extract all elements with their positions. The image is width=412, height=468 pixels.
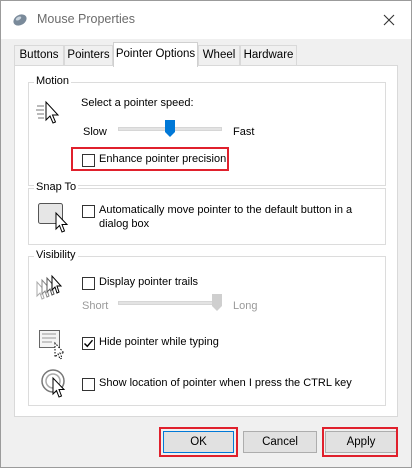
- show-location-label[interactable]: Show location of pointer when I press th…: [99, 377, 352, 389]
- hide-pointer-checkbox[interactable]: [82, 337, 95, 350]
- window-title: Mouse Properties: [37, 12, 135, 26]
- hide-pointer-icon: [39, 330, 69, 363]
- snap-to-group: Snap To Automatically move pointer to th…: [28, 181, 386, 245]
- ok-button[interactable]: OK: [163, 431, 234, 453]
- visibility-group-label: Visibility: [34, 249, 78, 261]
- tab-pointers[interactable]: Pointers: [64, 45, 113, 65]
- apply-button[interactable]: Apply: [325, 431, 397, 453]
- trails-slider-thumb[interactable]: [212, 294, 222, 314]
- mouse-icon: [12, 12, 28, 28]
- checkmark-icon: [84, 339, 94, 348]
- fast-label: Fast: [233, 126, 255, 138]
- snap-to-checkbox[interactable]: [82, 205, 95, 218]
- snap-to-icon: [38, 201, 74, 236]
- tab-pointer-options[interactable]: Pointer Options: [113, 42, 198, 67]
- enhance-pointer-precision-label[interactable]: Enhance pointer precision: [99, 153, 226, 165]
- close-button[interactable]: [375, 7, 403, 33]
- cancel-button[interactable]: Cancel: [243, 431, 317, 453]
- pointer-options-panel: Motion Select a pointer speed: Slow Fast…: [14, 65, 398, 417]
- title-bar: Mouse Properties: [1, 1, 411, 39]
- close-icon: [383, 14, 395, 26]
- speed-slider-thumb[interactable]: [165, 120, 175, 140]
- pointer-trails-label[interactable]: Display pointer trails: [99, 276, 198, 288]
- speed-label: Select a pointer speed:: [81, 97, 194, 109]
- show-location-icon: [41, 369, 71, 404]
- pointer-speed-icon: [36, 98, 64, 129]
- trails-slider-track[interactable]: [118, 301, 222, 305]
- tab-strip: Buttons Pointers Pointer Options Wheel H…: [1, 39, 411, 67]
- mouse-properties-dialog: Mouse Properties Buttons Pointers Pointe…: [0, 0, 412, 468]
- enhance-pointer-precision-checkbox[interactable]: [82, 154, 95, 167]
- pointer-trails-checkbox[interactable]: [82, 277, 95, 290]
- snap-to-label-line2[interactable]: dialog box: [99, 218, 149, 230]
- pointer-trails-icon: [35, 274, 69, 307]
- tab-buttons[interactable]: Buttons: [14, 45, 64, 65]
- tab-hardware[interactable]: Hardware: [240, 45, 297, 65]
- snap-to-label-line1[interactable]: Automatically move pointer to the defaul…: [99, 204, 352, 216]
- short-label: Short: [82, 300, 109, 312]
- hide-pointer-label[interactable]: Hide pointer while typing: [99, 336, 219, 348]
- motion-group-label: Motion: [34, 75, 72, 87]
- visibility-group: Visibility Display pointer trails Short …: [28, 249, 386, 406]
- slow-label: Slow: [83, 126, 107, 138]
- snap-to-group-label: Snap To: [34, 181, 79, 193]
- motion-group: Motion Select a pointer speed: Slow Fast…: [28, 75, 386, 186]
- tab-wheel[interactable]: Wheel: [198, 45, 240, 65]
- long-label: Long: [233, 300, 258, 312]
- show-location-checkbox[interactable]: [82, 378, 95, 391]
